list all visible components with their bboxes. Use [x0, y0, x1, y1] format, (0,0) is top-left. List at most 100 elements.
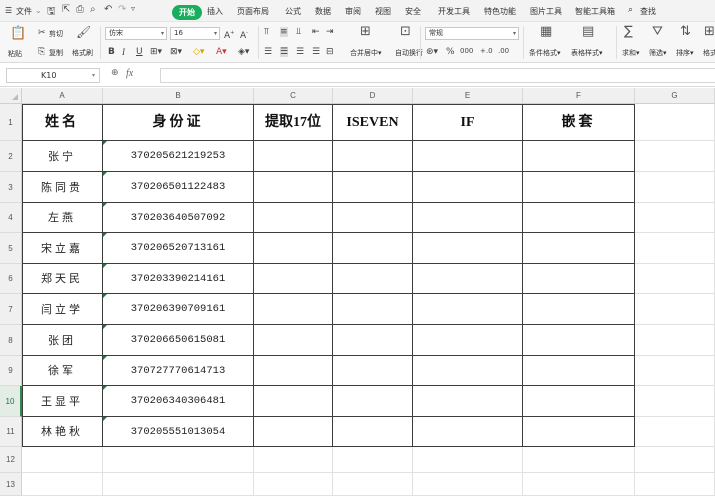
- cell-b10[interactable]: 370206340306481: [103, 386, 254, 417]
- filter-button[interactable]: 筛选▾: [649, 48, 667, 58]
- cell-a13[interactable]: [22, 473, 103, 496]
- zoom-formula-icon[interactable]: ⊕: [111, 68, 119, 78]
- copy-icon[interactable]: ⎘: [38, 47, 45, 57]
- cell-e13[interactable]: [413, 473, 523, 496]
- redo-icon[interactable]: ↷: [118, 4, 126, 15]
- cell-a11[interactable]: 林艳秋: [22, 417, 103, 447]
- column-header-d[interactable]: D: [333, 88, 413, 104]
- cell-d7[interactable]: [333, 294, 413, 325]
- cell-g1[interactable]: [635, 104, 715, 141]
- conditional-format-icon[interactable]: ▦: [540, 25, 552, 38]
- cell-b5[interactable]: 370206520713161: [103, 233, 254, 264]
- increase-decimal-icon[interactable]: +.0: [480, 46, 493, 56]
- cell-b4[interactable]: 370203640507092: [103, 203, 254, 233]
- wrap-text-icon[interactable]: ⊡: [400, 25, 411, 38]
- row-header-8[interactable]: 8: [0, 325, 22, 356]
- clear-format-icon[interactable]: ◈▾: [238, 47, 249, 57]
- cell-a7[interactable]: 闫立学: [22, 294, 103, 325]
- row-header-2[interactable]: 2: [0, 141, 22, 172]
- row-header-13[interactable]: 13: [0, 473, 22, 496]
- cell-c9[interactable]: [254, 356, 333, 386]
- cell-d9[interactable]: [333, 356, 413, 386]
- font-color-icon[interactable]: A▾: [216, 47, 227, 57]
- cell-f3[interactable]: [523, 172, 635, 203]
- cell-d1[interactable]: ISEVEN: [333, 104, 413, 141]
- percent-icon[interactable]: %: [446, 47, 455, 57]
- tab-review[interactable]: 审阅: [345, 6, 361, 17]
- font-name-select[interactable]: 仿宋 ▾: [105, 27, 167, 40]
- cell-e6[interactable]: [413, 264, 523, 294]
- cell-f12[interactable]: [523, 447, 635, 473]
- increase-font-icon[interactable]: A+: [224, 28, 234, 41]
- cell-b12[interactable]: [103, 447, 254, 473]
- tab-view[interactable]: 视图: [375, 6, 391, 17]
- cell-g4[interactable]: [635, 203, 715, 233]
- cell-c8[interactable]: [254, 325, 333, 356]
- format-painter-button[interactable]: 格式刷: [72, 48, 93, 58]
- cell-d3[interactable]: [333, 172, 413, 203]
- merge-center-button[interactable]: 合并居中▾: [350, 48, 382, 58]
- cell-f7[interactable]: [523, 294, 635, 325]
- cell-d6[interactable]: [333, 264, 413, 294]
- cell-c4[interactable]: [254, 203, 333, 233]
- column-header-a[interactable]: A: [22, 88, 103, 104]
- cell-g8[interactable]: [635, 325, 715, 356]
- cell-c7[interactable]: [254, 294, 333, 325]
- row-header-6[interactable]: 6: [0, 264, 22, 294]
- cell-f5[interactable]: [523, 233, 635, 264]
- align-center-icon[interactable]: ☰: [280, 47, 289, 57]
- filter-icon[interactable]: ⛛: [652, 25, 663, 38]
- cell-e12[interactable]: [413, 447, 523, 473]
- cell-a2[interactable]: 张宁: [22, 141, 103, 172]
- cell-a1[interactable]: 姓名: [22, 104, 103, 141]
- cell-c10[interactable]: [254, 386, 333, 417]
- tab-developer[interactable]: 开发工具: [438, 6, 470, 17]
- cell-g11[interactable]: [635, 417, 715, 447]
- column-header-e[interactable]: E: [413, 88, 523, 104]
- format-painter-icon[interactable]: 🖌: [76, 26, 91, 39]
- cell-b2[interactable]: 370205621219253: [103, 141, 254, 172]
- bold-button[interactable]: B: [108, 47, 115, 57]
- cell-f2[interactable]: [523, 141, 635, 172]
- cell-b8[interactable]: 370206650615081: [103, 325, 254, 356]
- cell-b1[interactable]: 身份证: [103, 104, 254, 141]
- name-box[interactable]: K10 ▾: [6, 68, 100, 83]
- align-top-icon[interactable]: ⫪: [264, 27, 269, 37]
- cell-b3[interactable]: 370206501122483: [103, 172, 254, 203]
- currency-icon[interactable]: ⊛▾: [426, 47, 438, 57]
- copy-button[interactable]: 复制: [49, 48, 63, 58]
- row-header-10[interactable]: 10: [0, 386, 22, 417]
- row-header-9[interactable]: 9: [0, 356, 22, 386]
- cell-g12[interactable]: [635, 447, 715, 473]
- chevron-down-icon[interactable]: ⌄: [35, 6, 42, 15]
- cell-d12[interactable]: [333, 447, 413, 473]
- format-icon[interactable]: ⊞: [704, 25, 715, 38]
- paste-button[interactable]: 粘贴: [8, 49, 22, 59]
- cell-f10[interactable]: [523, 386, 635, 417]
- row-header-11[interactable]: 11: [0, 417, 22, 447]
- cell-d11[interactable]: [333, 417, 413, 447]
- cell-f9[interactable]: [523, 356, 635, 386]
- cell-a10[interactable]: 王显平: [22, 386, 103, 417]
- cell-d5[interactable]: [333, 233, 413, 264]
- tab-picture-tools[interactable]: 图片工具: [530, 6, 562, 17]
- cell-c1[interactable]: 提取17位: [254, 104, 333, 141]
- cell-e2[interactable]: [413, 141, 523, 172]
- tab-security[interactable]: 安全: [405, 6, 421, 17]
- file-menu[interactable]: 文件: [16, 6, 32, 17]
- cell-g2[interactable]: [635, 141, 715, 172]
- row-header-7[interactable]: 7: [0, 294, 22, 325]
- cell-b9[interactable]: 370727770614713: [103, 356, 254, 386]
- tab-special-features[interactable]: 特色功能: [484, 6, 516, 17]
- cell-g7[interactable]: [635, 294, 715, 325]
- font-size-select[interactable]: 16 ▾: [170, 27, 220, 40]
- align-left-icon[interactable]: ☰: [264, 47, 272, 57]
- export-pdf-icon[interactable]: ⇱: [62, 4, 70, 15]
- column-header-f[interactable]: F: [523, 88, 635, 104]
- cell-e9[interactable]: [413, 356, 523, 386]
- cell-e10[interactable]: [413, 386, 523, 417]
- cell-d8[interactable]: [333, 325, 413, 356]
- print-preview-icon[interactable]: ⌕: [90, 4, 96, 15]
- row-header-12[interactable]: 12: [0, 447, 22, 473]
- table-style-button[interactable]: 表格样式▾: [571, 48, 603, 58]
